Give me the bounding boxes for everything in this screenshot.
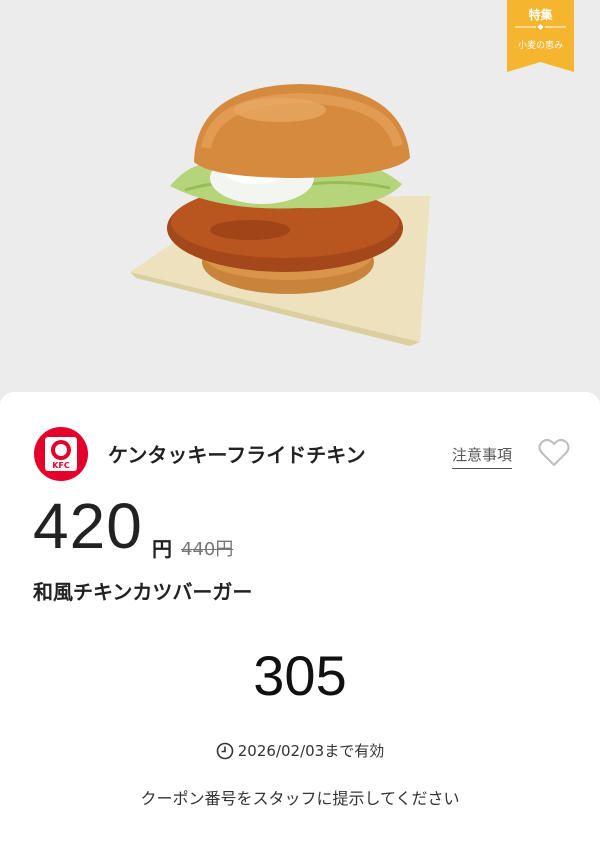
badge-star-icon: ◆ [537, 22, 544, 31]
validity-row: 2026/02/03まで有効 [0, 740, 600, 761]
kfc-logo: KFC [34, 427, 88, 481]
price-unit: 円 [152, 537, 172, 561]
logo-text: KFC [52, 461, 70, 470]
coupon-code: 305 [253, 644, 347, 707]
price-current: 420 [33, 490, 143, 562]
clock-icon [216, 742, 234, 760]
badge-subtitle: 小麦の恵み [517, 41, 563, 51]
heart-icon[interactable] [538, 438, 570, 468]
product-name: 和風チキンカツバーガー [33, 580, 253, 604]
store-name: ケンタッキーフライドチキン [108, 443, 366, 467]
colonel-icon [51, 440, 71, 460]
notes-link[interactable]: 注意事項 [452, 444, 513, 469]
featured-badge: 特集 ◆ 小麦の恵み [507, 0, 574, 72]
badge-title: 特集 [528, 8, 553, 22]
coupon-instruction: クーポン番号をスタッフに提示してください [140, 789, 460, 808]
price-original: 440円 [181, 539, 234, 560]
validity-text: 2026/02/03まで有効 [237, 742, 385, 760]
